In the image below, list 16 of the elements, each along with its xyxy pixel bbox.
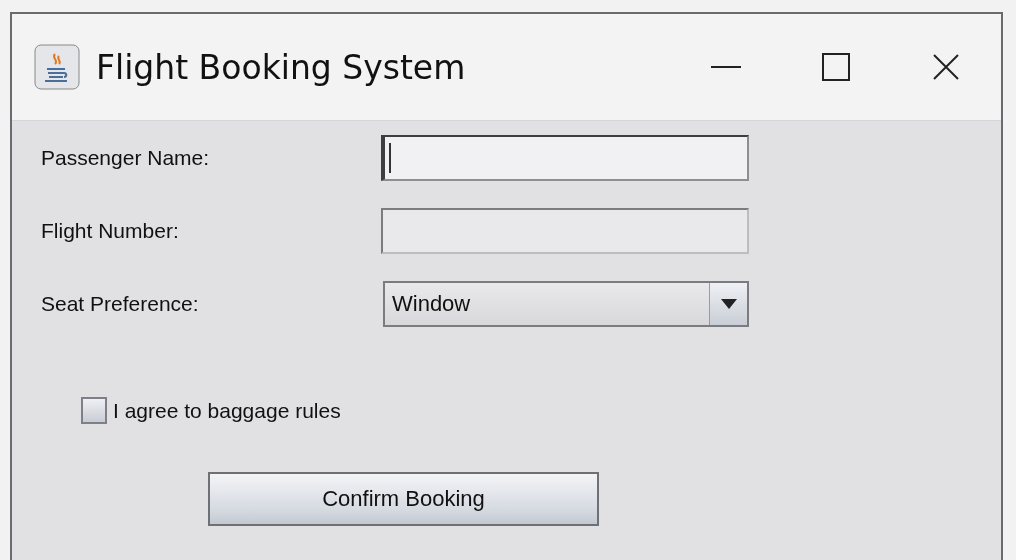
dropdown-arrow-button[interactable] [709, 283, 747, 325]
text-cursor [389, 143, 391, 173]
input-field[interactable] [381, 135, 749, 181]
checkbox-label: I agree to baggage rules [113, 398, 341, 423]
window-title: Flight Booking System [96, 47, 467, 87]
caret-icon [720, 299, 737, 309]
confirm-button[interactable]: Confirm Booking [208, 472, 599, 526]
coffee-cup-icon [34, 44, 80, 90]
seat-dropdown[interactable]: Window [383, 281, 749, 327]
field-label: Flight Number: [41, 219, 180, 243]
checkbox[interactable] [81, 397, 107, 424]
close-icon[interactable] [932, 53, 960, 81]
maximize-icon[interactable] [822, 53, 850, 81]
input-field[interactable] [381, 208, 749, 254]
field-label: Seat Preference: [41, 292, 200, 316]
field-label: Passenger Name: [41, 146, 211, 170]
